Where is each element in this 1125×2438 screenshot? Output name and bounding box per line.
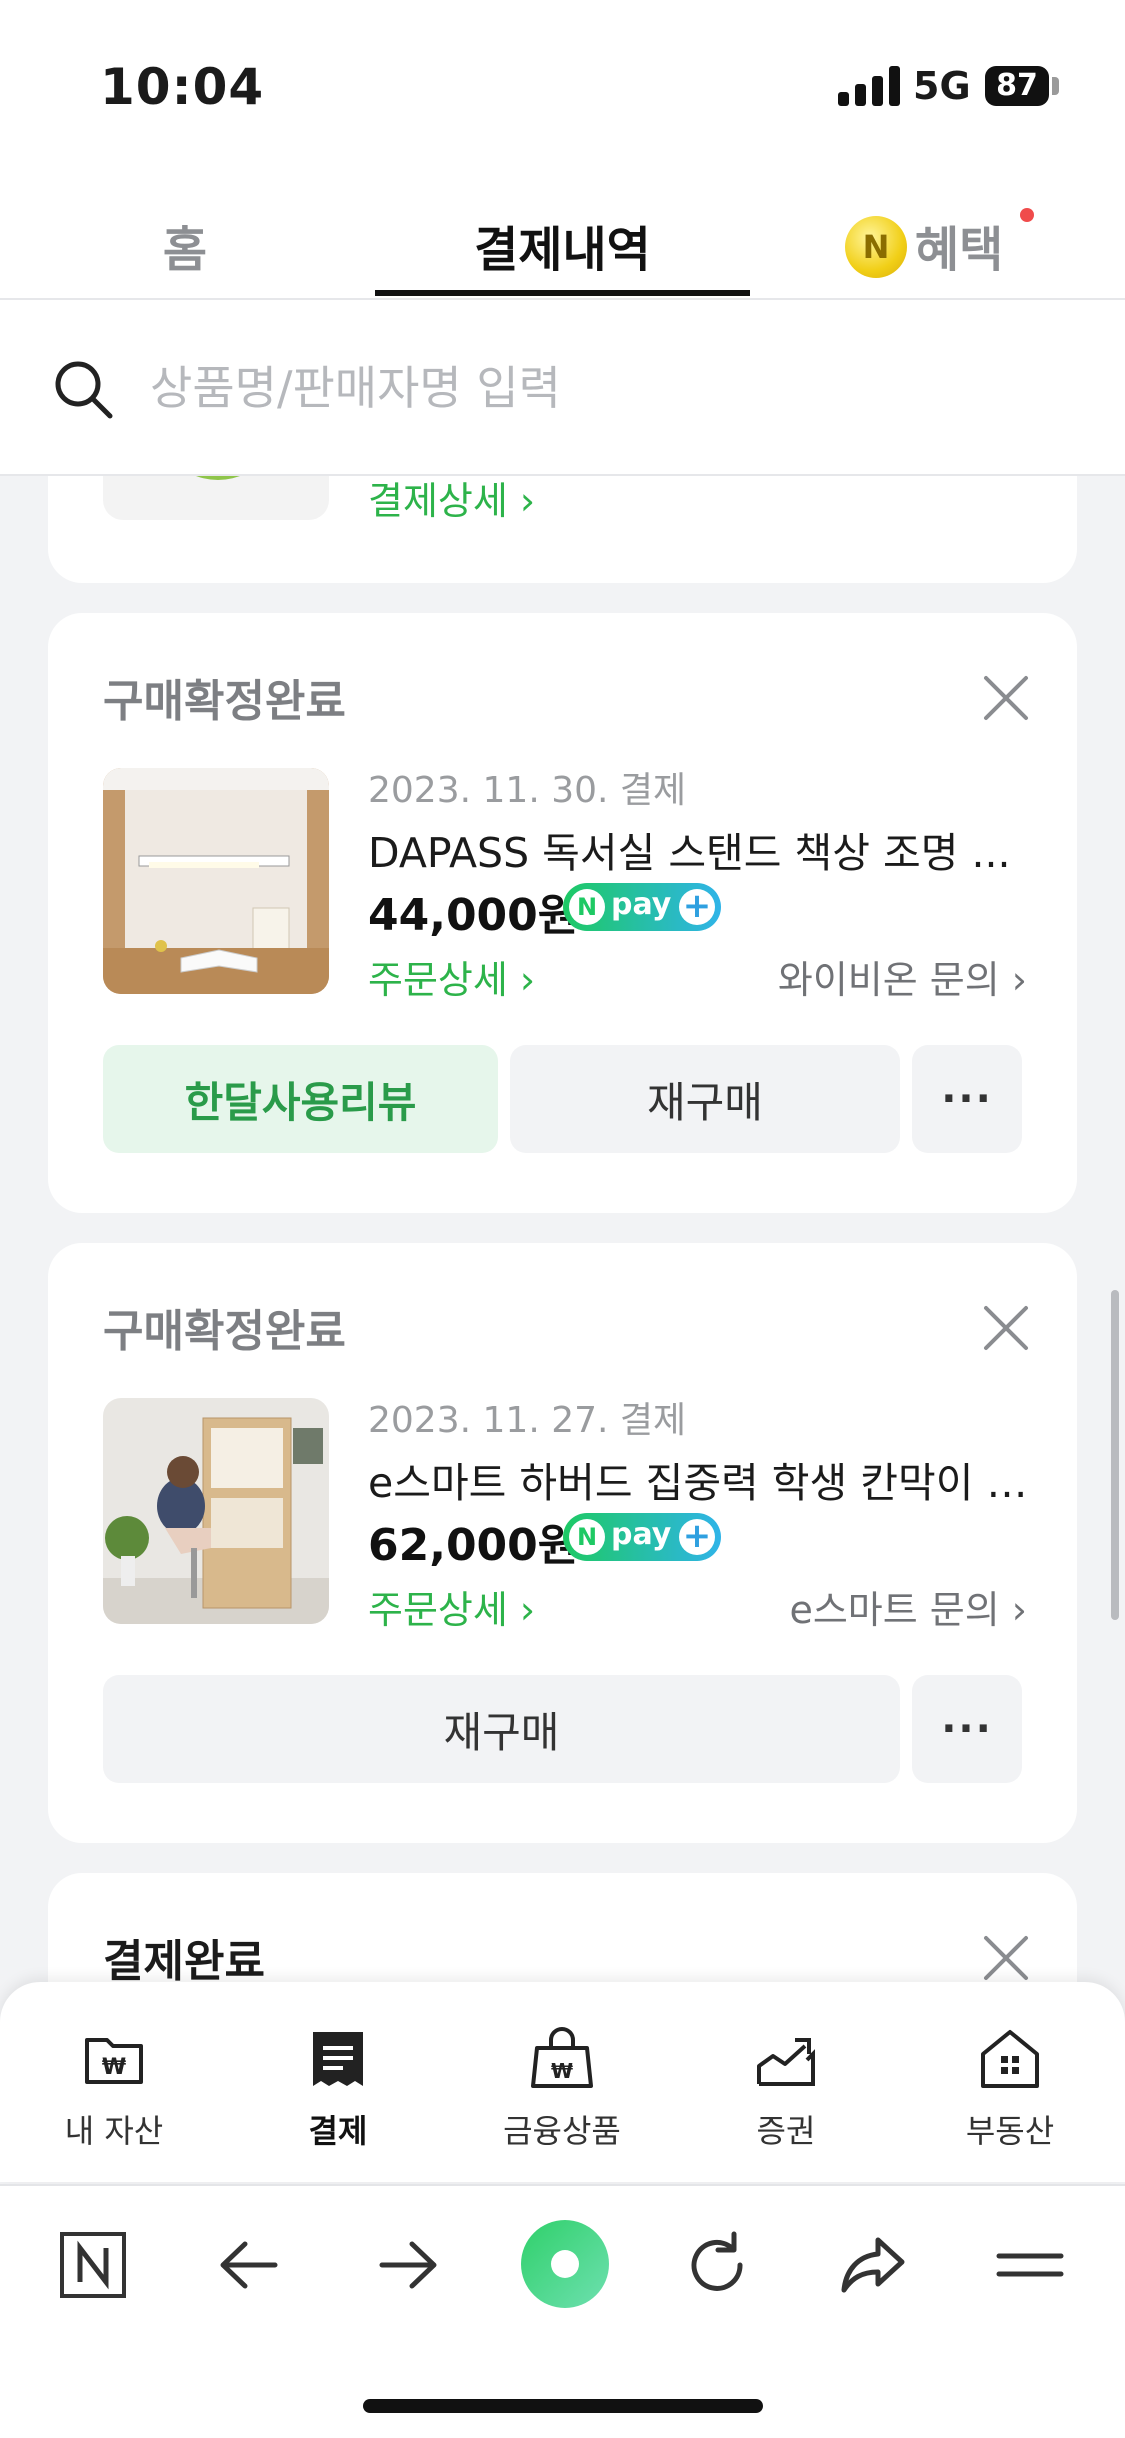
browser-toolbar [0,2184,1125,2438]
close-icon[interactable] [983,1935,1029,1981]
payment-date: 2023. 11. 30. 결제 [368,770,687,811]
menu-icon[interactable] [985,2220,1075,2310]
more-options-button[interactable]: ··· [912,1045,1022,1153]
cellular-signal-icon [838,66,900,106]
search-input[interactable] [148,350,1052,426]
share-icon[interactable] [828,2220,918,2310]
npay-n-icon: N [569,889,605,925]
search-bar [0,300,1125,476]
status-bar: 10:04 5G 87 [0,0,1125,170]
close-icon[interactable] [983,1305,1029,1351]
order-status: 결제완료 [103,1936,265,1987]
write-review-button[interactable]: 한달사용리뷰 [103,1045,498,1153]
money-bag-icon: ₩ [531,2027,593,2088]
refresh-icon[interactable] [672,2220,762,2310]
rebuy-button[interactable]: 재구매 [510,1045,900,1153]
nav-label: 결제 [308,2112,368,2150]
product-price: 44,000원 [368,890,579,941]
green-home-orb-icon[interactable] [517,2216,613,2312]
seller-inquiry-link[interactable]: e스마트 문의 › [789,1579,1027,1634]
nav-securities[interactable]: 증권 [686,2024,886,2152]
bottom-app-nav: ₩ 내 자산 결제 ₩ 금융상품 증권 부동산 [0,1982,1125,2182]
nav-financial-products[interactable]: ₩ 금융상품 [462,2024,662,2152]
order-detail-link[interactable]: 주문상세 › [368,1579,535,1634]
product-price: 62,000원 [368,1520,579,1571]
top-tab-bar: 홈 결제내역 N 혜택 [0,170,1125,300]
nav-my-assets[interactable]: ₩ 내 자산 [14,2024,214,2152]
tab-benefits-label: 혜택 [915,222,1004,278]
payment-detail-link[interactable]: 결제상세 › [368,470,535,525]
tab-home[interactable]: 홈 [145,210,225,280]
order-card: 구매확정완료 2023. 11. 27. 결제 e스마트 하버드 집중력 학생 … [48,1243,1077,1843]
npay-plus-badge: N pay + [563,1513,721,1561]
order-detail-link[interactable]: 주문상세 › [368,949,535,1004]
product-title[interactable]: e스마트 하버드 집중력 학생 칸막이 1... [368,1449,1028,1509]
order-card: 구매확정완료 2023. 11. 30. 결제 DAPASS 독서실 스탠드 책… [48,613,1077,1213]
npay-label: pay [611,887,672,922]
back-arrow-icon[interactable] [205,2220,295,2310]
tab-payment-history[interactable]: 결제내역 [375,210,750,280]
npay-plus-badge: N pay + [563,883,721,931]
status-time: 10:04 [100,58,265,116]
nav-real-estate[interactable]: 부동산 [910,2024,1110,2152]
stock-chart-icon [757,2038,815,2086]
svg-text:₩: ₩ [102,2055,126,2080]
product-image-desk-lamp[interactable] [103,768,329,994]
home-indicator [363,2399,763,2413]
rebuy-button[interactable]: 재구매 [103,1675,900,1783]
search-icon[interactable] [52,358,114,420]
network-type: 5G [913,64,971,108]
receipt-icon [313,2032,363,2086]
product-image-study-desk[interactable] [103,1398,329,1624]
battery-level: 87 [996,68,1038,103]
nav-label: 증권 [756,2112,816,2150]
product-title[interactable]: DAPASS 독서실 스탠드 책상 조명 ... [368,819,1028,879]
order-status: 구매확정완료 [103,1306,346,1357]
npay-label: pay [611,1517,672,1552]
battery-icon: 87 [985,66,1049,106]
nav-payment[interactable]: 결제 [238,2024,438,2152]
plus-icon: + [679,889,715,925]
active-tab-indicator [375,290,750,296]
nav-label: 금융상품 [503,2112,621,2150]
tab-benefits[interactable]: N 혜택 [845,210,1035,284]
payment-date: 2023. 11. 27. 결제 [368,1400,687,1441]
nav-label: 내 자산 [64,2112,164,2150]
n-coin-icon: N [845,216,907,278]
nav-label: 부동산 [965,2112,1055,2150]
notification-dot [1020,208,1034,222]
forward-arrow-icon[interactable] [362,2220,452,2310]
plus-icon: + [679,1519,715,1555]
battery-cap [1052,77,1059,95]
scrollbar[interactable] [1111,1290,1119,1620]
more-options-button[interactable]: ··· [912,1675,1022,1783]
house-icon [981,2030,1039,2088]
naver-n-icon[interactable] [48,2220,138,2310]
wallet-folder-icon: ₩ [85,2038,143,2084]
close-icon[interactable] [983,675,1029,721]
order-status: 구매확정완료 [103,676,346,727]
seller-inquiry-link[interactable]: 와이비온 문의 › [778,949,1027,1004]
npay-n-icon: N [569,1519,605,1555]
svg-text:₩: ₩ [551,2059,573,2083]
